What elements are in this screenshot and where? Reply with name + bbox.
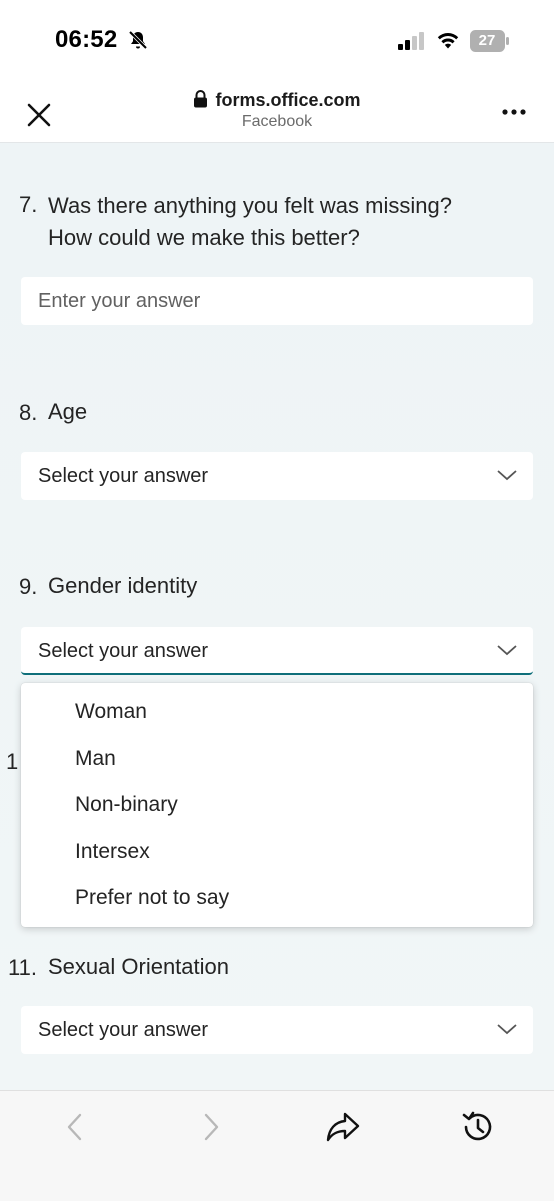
form-content: 7. Was there anything you felt was missi… [0,143,554,1090]
url-display[interactable]: forms.office.com [0,90,554,111]
site-subtitle: Facebook [241,113,313,130]
question-7-answer-input[interactable]: Enter your answer [21,277,533,325]
option-woman[interactable]: Woman [75,700,147,724]
option-man[interactable]: Man [75,747,116,771]
status-bar: 06:52 27 [0,0,554,84]
question-8-number: 8. [19,400,38,425]
browser-toolbar [0,1090,554,1201]
question-8-title: Age [48,399,88,424]
question-9-title: Gender identity [48,573,198,598]
share-icon[interactable] [323,1107,363,1147]
question-10-number-partial: 1 [6,749,19,774]
option-non-binary[interactable]: Non-binary [75,793,178,817]
age-select-value: Select your answer [38,465,209,487]
gender-options-dropdown: Woman Man Non-binary Intersex Prefer not… [21,683,533,927]
forward-icon[interactable] [190,1107,230,1147]
question-7-line1: Was there anything you felt was missing? [48,193,452,218]
chevron-down-icon [497,1024,517,1035]
url-text: forms.office.com [215,90,361,110]
browser-header: forms.office.com Facebook [0,84,554,143]
gender-identity-select[interactable]: Select your answer [21,627,533,675]
sexual-orientation-select[interactable]: Select your answer [21,1006,533,1054]
lock-icon [194,90,208,108]
answer-placeholder: Enter your answer [38,290,201,312]
question-9-number: 9. [19,574,38,599]
gender-select-value: Select your answer [38,640,209,662]
question-11-title: Sexual Orientation [48,954,229,979]
option-intersex[interactable]: Intersex [75,840,150,864]
orientation-select-value: Select your answer [38,1019,209,1041]
chevron-down-icon [497,645,517,656]
signal-icon [398,32,424,50]
battery-indicator: 27 [470,30,510,57]
age-select[interactable]: Select your answer [21,452,533,500]
back-icon[interactable] [56,1107,96,1147]
history-icon[interactable] [458,1107,498,1147]
status-time: 06:52 [55,26,118,53]
question-7-line2: How could we make this better? [48,225,360,250]
chevron-down-icon [497,470,517,481]
more-options-icon[interactable] [498,101,532,123]
question-11-number: 11. [8,955,37,980]
battery-level: 27 [478,32,496,49]
question-7-number: 7. [19,192,38,217]
question-7-title: Was there anything you felt was missing?… [48,190,452,254]
bell-muted-icon [128,30,148,50]
wifi-icon [437,33,459,49]
option-prefer-not-to-say[interactable]: Prefer not to say [75,886,229,910]
